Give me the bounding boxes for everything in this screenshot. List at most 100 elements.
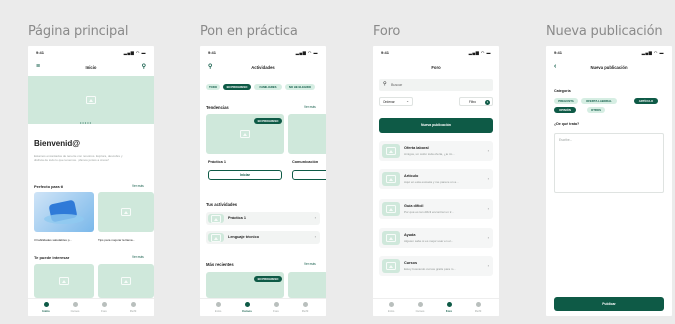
activity-card-image[interactable] xyxy=(288,272,326,298)
forum-post-row[interactable]: Ayuda Alguien sabe si es mejor usar en el… xyxy=(379,228,493,248)
home-icon xyxy=(388,302,394,307)
nav-label: Inicio xyxy=(42,309,50,313)
card-image[interactable] xyxy=(98,192,154,232)
category-chip[interactable]: OTROS xyxy=(587,107,605,113)
nav-profile[interactable]: Perfil xyxy=(468,302,488,313)
image-icon xyxy=(86,96,96,104)
nav-forum[interactable]: Foro xyxy=(266,302,286,313)
carousel-dots[interactable]: ••••• xyxy=(80,120,102,125)
card-image[interactable] xyxy=(34,264,94,298)
newpost-column-title: Nueva publicación xyxy=(546,24,663,39)
filter-count-badge: 1 xyxy=(485,99,490,105)
chevron-right-icon: › xyxy=(487,235,489,240)
image-icon xyxy=(211,233,221,242)
bottom-nav: Inicio Cursos Foro Perfil xyxy=(28,298,154,316)
post-thumb xyxy=(382,231,400,245)
activity-row[interactable]: Práctica 1 › xyxy=(206,212,320,225)
nav-courses[interactable]: Cursos xyxy=(410,302,430,313)
card-caption: 3 habilidades saludables p... xyxy=(34,238,72,242)
image-icon xyxy=(121,208,131,216)
nav-label: Cursos xyxy=(415,309,425,313)
see-more-link[interactable]: Ver más xyxy=(132,255,144,259)
see-more-link[interactable]: Ver más xyxy=(304,105,316,109)
play-icon xyxy=(72,302,78,307)
nav-home[interactable]: Inicio xyxy=(381,302,401,313)
status-bar: 9:41 ▂▄▆ ◠ ▬ xyxy=(36,50,146,56)
start-button[interactable]: Iniciar xyxy=(208,170,282,180)
nav-label: Cursos xyxy=(242,309,252,313)
practice-column: Pon en práctica 9:41 ▂▄▆ ◠ ▬ ⚲ Actividade… xyxy=(200,0,350,324)
category-chip[interactable]: PREGUNTA xyxy=(554,98,578,104)
start-button[interactable] xyxy=(292,170,326,180)
new-post-button[interactable]: Nueva publicación xyxy=(379,118,493,133)
filter-chip[interactable]: TODO xyxy=(206,84,220,90)
bottom-nav: Inicio Cursos Foro Perfil xyxy=(373,298,499,316)
filter-chip[interactable]: NO HE ELEGIDO xyxy=(285,84,315,90)
category-chip-active[interactable]: ARTÍCULO xyxy=(634,98,658,104)
activity-name: Lenguaje técnico xyxy=(228,235,260,239)
practice-column-title: Pon en práctica xyxy=(200,24,298,39)
status-badge: EN PROGRESO xyxy=(254,118,282,124)
nav-label: Inicio xyxy=(214,309,222,313)
nav-forum[interactable]: Foro xyxy=(94,302,114,313)
nav-forum[interactable]: Foro xyxy=(439,302,459,313)
section-title: Te puede interesar xyxy=(34,255,70,260)
nav-label: Foro xyxy=(273,309,279,313)
forum-column-title: Foro xyxy=(373,24,401,39)
image-icon xyxy=(121,277,131,285)
chevron-right-icon: › xyxy=(487,206,489,211)
nav-courses[interactable]: Cursos xyxy=(237,302,257,313)
card-caption: Tips para mejorar la llama... xyxy=(98,238,136,242)
welcome-title: Bienvenid@ xyxy=(34,139,81,148)
status-bar: 9:41 ▂▄▆ ◠ ▬ xyxy=(208,50,318,56)
see-more-link[interactable]: Ver más xyxy=(304,262,316,266)
status-time: 9:41 xyxy=(381,50,390,55)
see-more-link[interactable]: Ver más xyxy=(132,184,144,188)
image-icon xyxy=(386,234,396,242)
forum-post-row[interactable]: Oferta laboral Amigos, un colón toda ofer… xyxy=(379,141,493,161)
category-chip-active[interactable]: OPINIÓN xyxy=(554,107,576,113)
card-image[interactable] xyxy=(98,264,154,298)
sort-label: Ordenar xyxy=(383,100,395,104)
section-title: Perfecto para ti xyxy=(34,184,64,189)
activity-title: Comunicación xyxy=(292,160,319,164)
nav-label: Inicio xyxy=(387,309,395,313)
activity-title: Práctica 1 xyxy=(208,160,226,164)
post-title: Artículo xyxy=(404,174,419,178)
forum-post-row[interactable]: Artículo Aquí en esta escuela y me parece… xyxy=(379,169,493,189)
nav-home[interactable]: Inicio xyxy=(36,302,56,313)
post-thumb xyxy=(382,172,400,186)
forum-post-row[interactable]: Cursos Estoy buscando cursos gratis para … xyxy=(379,256,493,276)
textarea-placeholder: Escribe... xyxy=(559,138,573,142)
sort-dropdown[interactable]: Ordenar ⌄ xyxy=(379,97,413,106)
forum-header: Foro xyxy=(373,62,499,74)
search-input[interactable]: ⚲ Buscar xyxy=(379,79,493,91)
filter-chip[interactable]: FAMILIARES xyxy=(254,84,282,90)
search-icon[interactable]: ⚲ xyxy=(142,63,146,70)
forum-icon xyxy=(273,302,279,307)
publish-button[interactable]: Publicar xyxy=(554,297,664,311)
play-icon xyxy=(417,302,423,307)
forum-post-row[interactable]: Guía difícil Por qué es tan difícil encon… xyxy=(379,199,493,219)
post-textarea[interactable]: Escribe... xyxy=(554,133,664,193)
page-title: Nueva publicación xyxy=(590,65,628,70)
image-icon xyxy=(211,214,221,223)
activity-row[interactable]: Lenguaje técnico › xyxy=(206,231,320,244)
home-screen: 9:41 ▂▄▆ ◠ ▬ ≡ Inicio ⚲ ••••• Bienvenid@ … xyxy=(28,46,154,316)
nav-profile[interactable]: Perfil xyxy=(295,302,315,313)
activity-card-image[interactable] xyxy=(288,114,326,154)
featured-card-image[interactable] xyxy=(34,192,94,232)
image-icon xyxy=(240,130,250,138)
nav-label: Foro xyxy=(445,309,453,313)
post-preview: Por qué es tan difícil encontrar un tr..… xyxy=(404,210,454,214)
nav-courses[interactable]: Cursos xyxy=(65,302,85,313)
profile-icon xyxy=(475,302,481,307)
nav-home[interactable]: Inicio xyxy=(208,302,228,313)
hero-banner[interactable] xyxy=(28,76,154,124)
search-placeholder: Buscar xyxy=(391,83,403,87)
filter-chip-active[interactable]: EN PROGRESO xyxy=(223,84,251,90)
filter-button[interactable]: Filtro 1 xyxy=(459,97,493,106)
category-chip[interactable]: OFERTA LABORAL xyxy=(581,98,617,104)
chevron-right-icon: › xyxy=(314,234,316,239)
nav-profile[interactable]: Perfil xyxy=(123,302,143,313)
